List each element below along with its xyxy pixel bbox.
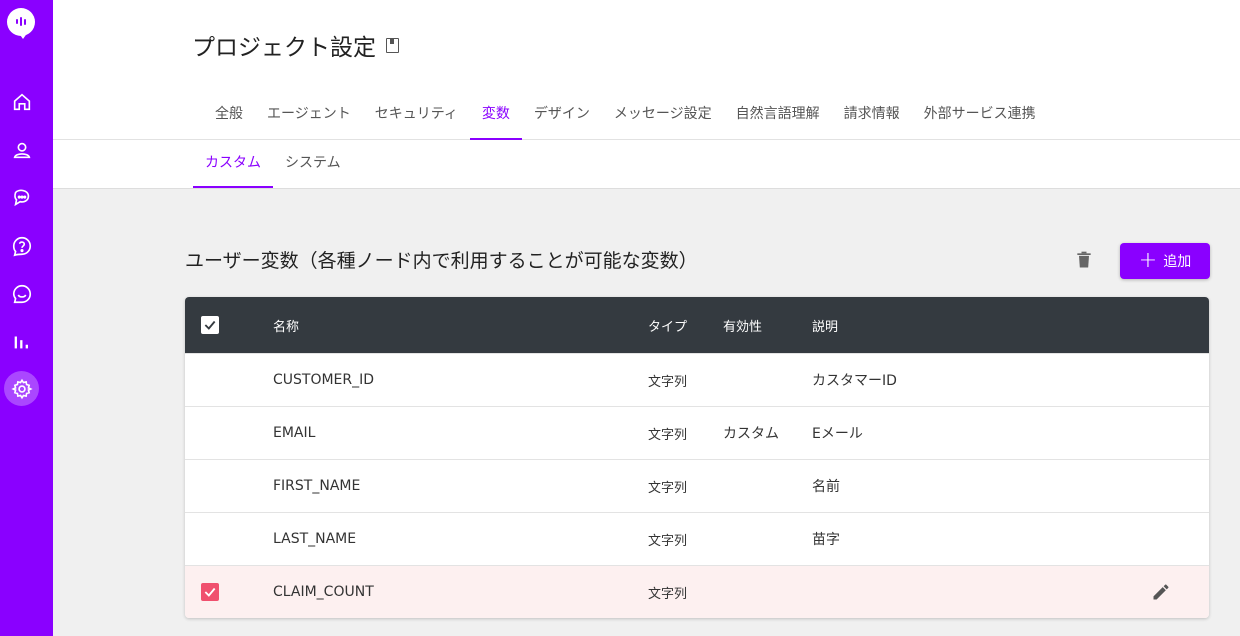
variable-validity: カスタム (723, 426, 779, 442)
tab-message-settings[interactable]: メッセージ設定 (602, 92, 724, 139)
subtab-system[interactable]: システム (273, 140, 353, 188)
analytics-icon[interactable] (4, 324, 39, 359)
page-title-text: プロジェクト設定 (192, 35, 376, 61)
column-header-description[interactable]: 説明 (812, 297, 838, 353)
edit-icon[interactable] (1149, 580, 1173, 604)
tab-variables[interactable]: 変数 (469, 92, 522, 140)
logo-icon[interactable] (7, 8, 35, 39)
subtab-bar: カスタム システム (53, 140, 1240, 189)
column-header-name[interactable]: 名称 (273, 297, 299, 353)
header: プロジェクト設定 全般 エージェント セキュリティ 変数 デザイン メッセージ設… (53, 0, 1240, 140)
tab-billing[interactable]: 請求情報 (832, 92, 912, 139)
table-row-selected[interactable]: CLAIM_COUNT 文字列 (185, 565, 1209, 618)
bookmark-icon[interactable] (386, 37, 399, 53)
add-button-label: 追加 (1163, 254, 1192, 270)
variables-table: 名称 タイプ 有効性 説明 CUSTOMER_ID 文字列 カスタマーID EM… (185, 297, 1209, 618)
trash-icon (1077, 251, 1091, 268)
variable-type: 文字列 (648, 586, 688, 602)
tab-agent[interactable]: エージェント (255, 92, 363, 139)
tab-general[interactable]: 全般 (203, 92, 255, 139)
variable-type: 文字列 (648, 480, 688, 496)
tab-nlu[interactable]: 自然言語理解 (724, 92, 832, 139)
settings-tabs: 全般 エージェント セキュリティ 変数 デザイン メッセージ設定 自然言語理解 … (203, 92, 1048, 140)
help-icon[interactable] (4, 228, 39, 263)
variable-name: FIRST_NAME (273, 478, 361, 494)
select-all-checkbox[interactable] (201, 316, 219, 334)
variable-description: 名前 (812, 479, 840, 495)
variable-name: LAST_NAME (273, 531, 357, 547)
message-icon[interactable] (4, 276, 39, 311)
tab-design[interactable]: デザイン (522, 92, 602, 139)
variable-type: 文字列 (648, 427, 688, 443)
variable-type: 文字列 (648, 533, 688, 549)
variable-description: カスタマーID (812, 373, 897, 389)
subtab-custom[interactable]: カスタム (193, 140, 273, 188)
section-title: ユーザー変数（各種ノード内で利用することが可能な変数） (185, 250, 698, 272)
column-header-type[interactable]: タイプ (648, 297, 687, 353)
home-icon[interactable] (4, 84, 39, 119)
variable-name: EMAIL (273, 425, 316, 441)
table-row[interactable]: EMAIL 文字列 カスタム Eメール (185, 406, 1209, 459)
settings-icon[interactable] (4, 371, 39, 406)
tab-security[interactable]: セキュリティ (363, 92, 470, 139)
page-title: プロジェクト設定 (192, 28, 399, 62)
table-row[interactable]: CUSTOMER_ID 文字列 カスタマーID (185, 353, 1209, 406)
table-header: 名称 タイプ 有効性 説明 (185, 297, 1209, 353)
table-row[interactable]: LAST_NAME 文字列 苗字 (185, 512, 1209, 565)
row-checkbox-checked[interactable] (201, 583, 219, 601)
sidebar (0, 0, 53, 636)
user-icon[interactable] (4, 132, 39, 167)
table-row[interactable]: FIRST_NAME 文字列 名前 (185, 459, 1209, 512)
delete-button[interactable] (1070, 246, 1098, 274)
variable-description: 苗字 (812, 532, 840, 548)
variable-name: CUSTOMER_ID (273, 372, 375, 388)
check-icon (204, 320, 216, 330)
plus-icon: + (1138, 248, 1158, 273)
variable-name: CLAIM_COUNT (273, 584, 374, 600)
add-button[interactable]: + 追加 (1120, 243, 1210, 279)
tab-integrations[interactable]: 外部サービス連携 (912, 92, 1048, 139)
check-icon (204, 587, 216, 597)
chat-icon[interactable] (4, 180, 39, 215)
variable-description: Eメール (812, 426, 863, 442)
column-header-validity[interactable]: 有効性 (723, 297, 762, 353)
variable-type: 文字列 (648, 374, 688, 390)
